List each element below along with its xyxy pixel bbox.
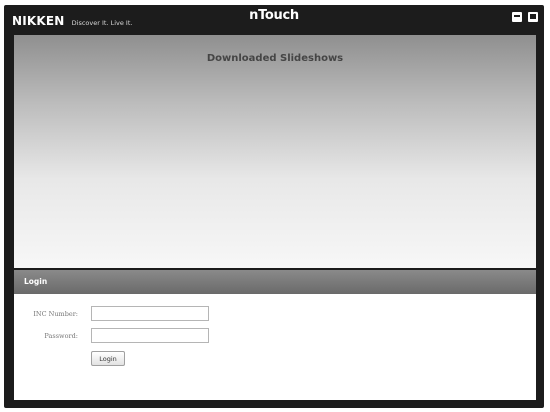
login-title: Login	[24, 277, 48, 286]
password-input[interactable]	[91, 328, 209, 343]
password-label: Password:	[44, 332, 78, 340]
login-header: Login	[14, 270, 536, 294]
page-title: Downloaded Slideshows	[206, 53, 344, 64]
app-title: nTouch	[249, 8, 299, 23]
maximize-icon[interactable]	[528, 12, 538, 22]
slideshows-area: Downloaded Slideshows	[14, 35, 536, 268]
inc-number-input[interactable]	[91, 306, 209, 321]
login-button[interactable]: Login	[91, 351, 125, 366]
login-panel: Login INC Number: Password: Login	[14, 270, 536, 400]
inc-number-label: INC Number:	[33, 310, 78, 318]
minimize-icon[interactable]	[512, 12, 522, 22]
title-bar: NIKKEN Discover It. Live It. nTouch	[4, 5, 544, 29]
